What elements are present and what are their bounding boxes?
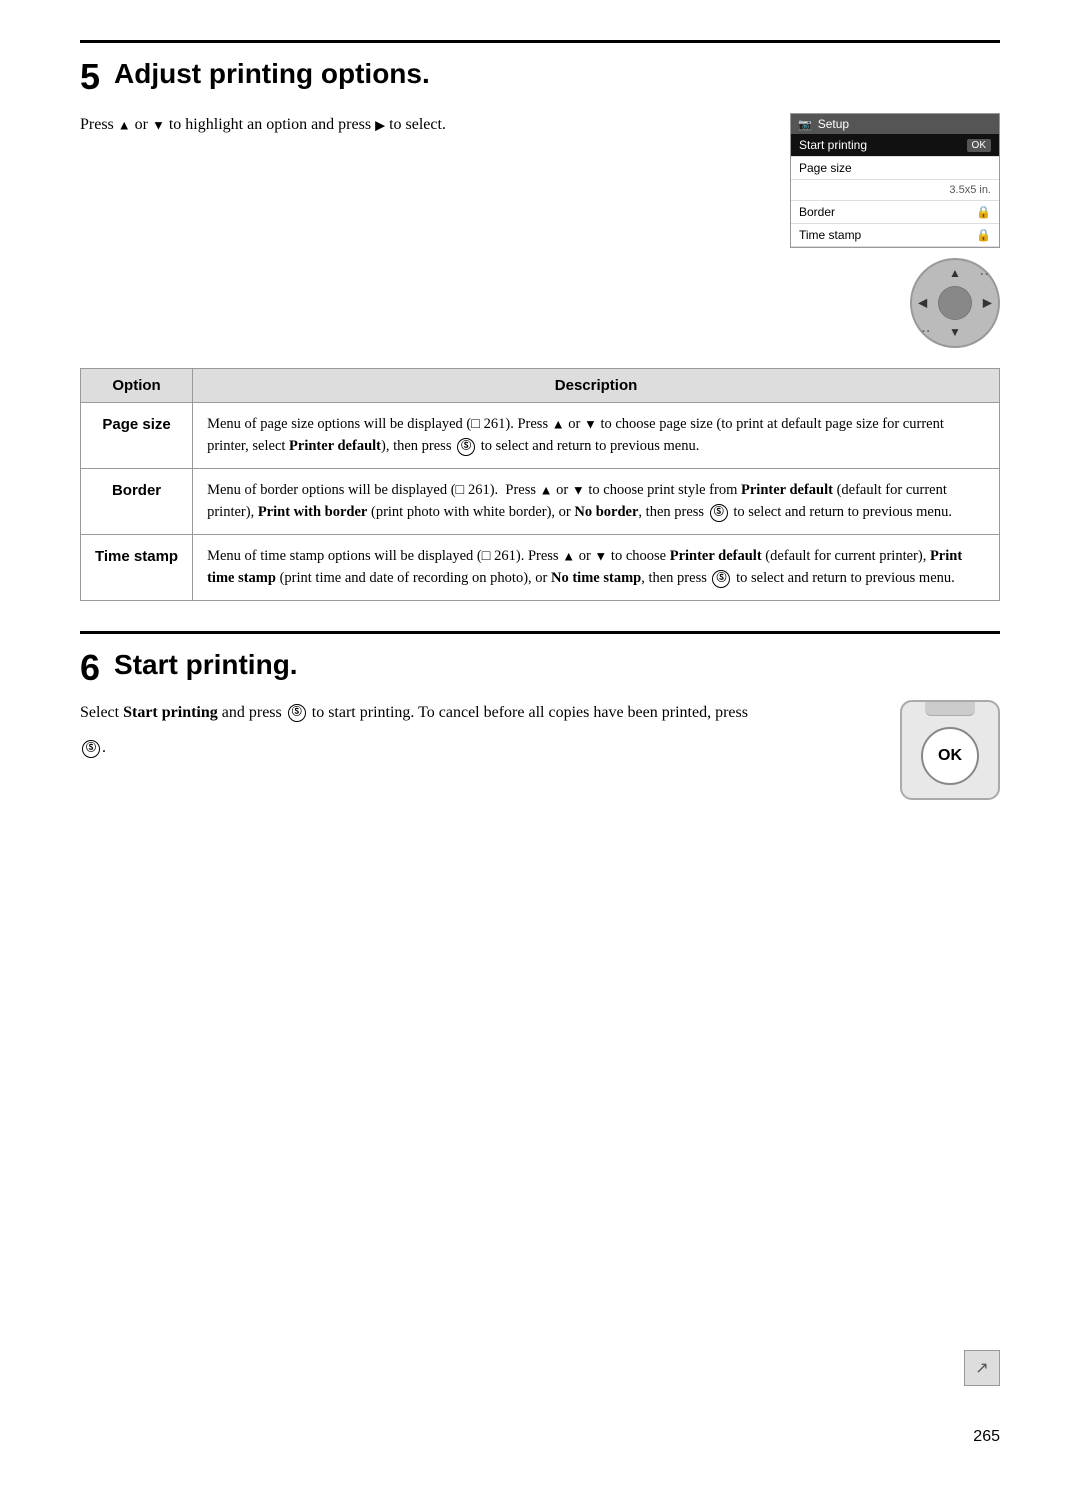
table-row-border: Border Menu of border options will be di… [81, 468, 1000, 534]
dpad-inner [938, 286, 972, 320]
setup-screen-row-start-printing: Start printing OK [791, 134, 999, 157]
setup-screen-row-time-stamp: Time stamp 🔒 [791, 224, 999, 247]
setup-screen: 📷 Setup Start printing OK Page size 3.5x… [790, 113, 1000, 248]
ok-button-tab [925, 702, 975, 716]
ok-button-outer: OK [900, 700, 1000, 800]
border-lock-icon: 🔒 [976, 205, 991, 219]
setup-screen-row-page-size: Page size [791, 157, 999, 180]
dpad-right-arrow: ▶ [983, 296, 992, 311]
step5-title: Adjust printing options. [114, 59, 430, 90]
page-size-measurement: 3.5x5 in. [949, 184, 991, 196]
col-option-header: Option [81, 369, 193, 403]
time-stamp-lock-icon: 🔒 [976, 228, 991, 242]
step6-header: 6 Start printing. [80, 650, 1000, 686]
step5-content: Press ▲ or ▼ to highlight an option and … [80, 113, 1000, 348]
ok-badge: OK [967, 139, 991, 152]
start-printing-label: Start printing [799, 138, 867, 152]
option-label-border: Border [81, 468, 193, 534]
ok-button-visual: OK [900, 700, 1000, 800]
step5-visuals: 📷 Setup Start printing OK Page size 3.5x… [790, 113, 1000, 348]
table-row-time-stamp: Time stamp Menu of time stamp options wi… [81, 534, 1000, 600]
step6-number: 6 [80, 650, 100, 686]
step6-content: Select Start printing and press Ⓢ to sta… [80, 700, 1000, 800]
border-label: Border [799, 205, 835, 219]
option-label-page-size: Page size [81, 403, 193, 469]
step5-header: 5 Adjust printing options. [80, 40, 1000, 95]
description-border: Menu of border options will be displayed… [193, 468, 1000, 534]
dpad-outer: ▲ ▼ ◀ ▶ • • • • [910, 258, 1000, 348]
time-stamp-label: Time stamp [799, 228, 861, 242]
dpad-control: ▲ ▼ ◀ ▶ • • • • [910, 258, 1000, 348]
page-size-label: Page size [799, 161, 852, 175]
page-number: 265 [973, 1428, 1000, 1446]
option-label-time-stamp: Time stamp [81, 534, 193, 600]
ok-button-label: OK [938, 747, 962, 765]
step5-intro-text: Press ▲ or ▼ to highlight an option and … [80, 113, 760, 137]
dpad-dots-top: • • [980, 270, 988, 279]
step6-title: Start printing. [114, 650, 298, 681]
setup-screen-row-page-size-value: 3.5x5 in. [791, 180, 999, 201]
dpad-left-arrow: ◀ [918, 296, 927, 311]
step5-number: 5 [80, 59, 100, 95]
ok-button-circle: OK [921, 727, 979, 785]
description-page-size: Menu of page size options will be displa… [193, 403, 1000, 469]
corner-icon: ↗ [964, 1350, 1000, 1386]
setup-screen-row-border: Border 🔒 [791, 201, 999, 224]
dpad-up-arrow: ▲ [949, 266, 961, 281]
dpad-down-arrow: ▼ [949, 325, 961, 340]
camera-icon: 📷 [798, 118, 812, 131]
description-time-stamp: Menu of time stamp options will be displ… [193, 534, 1000, 600]
step6-section: 6 Start printing. Select Start printing … [80, 631, 1000, 800]
dpad-dots-bottom: • • [922, 327, 930, 336]
step6-text: Select Start printing and press Ⓢ to sta… [80, 700, 870, 761]
options-table: Option Description Page size Menu of pag… [80, 368, 1000, 601]
col-description-header: Description [193, 369, 1000, 403]
setup-screen-title: 📷 Setup [791, 114, 999, 134]
table-row-page-size: Page size Menu of page size options will… [81, 403, 1000, 469]
setup-screen-title-text: Setup [818, 117, 849, 131]
